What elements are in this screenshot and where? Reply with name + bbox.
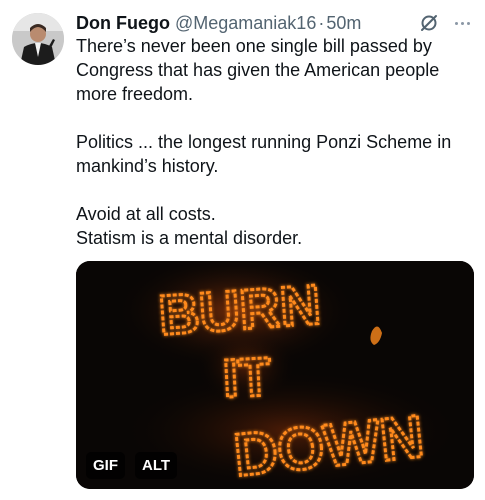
more-dot [466, 21, 470, 25]
author-avatar[interactable] [12, 13, 64, 65]
tweet-text-line: Congress that has given the American peo… [76, 60, 440, 80]
tweet-text-line: more freedom. [76, 84, 194, 104]
tweet-text-line: Statism is a mental disorder. [76, 228, 303, 248]
tweet-text-line: Avoid at all costs. [76, 204, 216, 224]
alt-text-badge[interactable]: ALT [135, 452, 178, 479]
tweet-text-line: There’s never been one single bill passe… [76, 36, 432, 56]
author-name[interactable]: Don Fuego [76, 11, 170, 35]
tweet-text: There’s never been one single bill passe… [76, 34, 474, 250]
tweet-header: Don Fuego @Megamaniak16 · 50m [76, 11, 473, 35]
more-dot [460, 21, 464, 25]
more-dot [454, 21, 458, 25]
tweet-text-line: Politics ... the longest running Ponzi S… [76, 132, 452, 152]
more-options-icon[interactable] [451, 12, 473, 34]
gif-badge[interactable]: GIF [86, 452, 125, 479]
fire-word-burn: BURN [157, 272, 323, 346]
grok-icon-glyph [421, 15, 437, 31]
avatar-photo [12, 13, 64, 65]
fire-word-it: IT [222, 347, 273, 409]
meta-separator: · [318, 13, 325, 33]
author-handle[interactable]: @Megamaniak16 [175, 11, 316, 35]
tweet-gif[interactable]: BURN IT DOWN GIF ALT [76, 261, 474, 489]
tweet-text-line: mankind’s history. [76, 156, 219, 176]
grok-icon[interactable] [419, 12, 441, 34]
tweet-timestamp[interactable]: 50m [326, 11, 361, 35]
